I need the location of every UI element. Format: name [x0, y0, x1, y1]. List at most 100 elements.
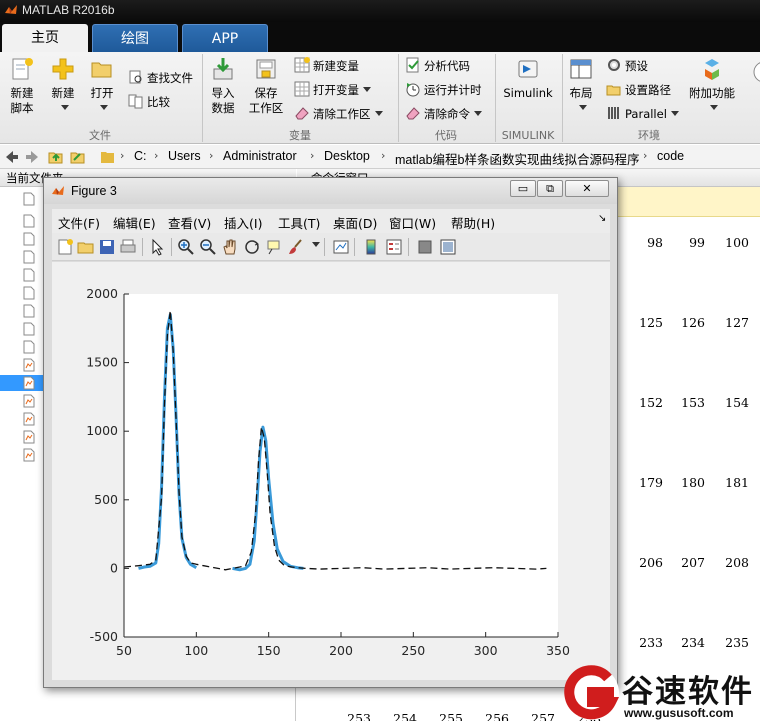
up-folder-icon[interactable] [48, 149, 64, 165]
close-button[interactable]: ✕ [565, 180, 609, 197]
browse-folder-icon[interactable] [70, 149, 86, 165]
new-variable-button[interactable]: 新建变量 [294, 56, 359, 76]
help-icon[interactable] [750, 60, 760, 84]
find-files-button[interactable]: 查找文件 [128, 68, 193, 88]
m-file-icon[interactable] [23, 448, 35, 462]
link-plot-icon[interactable] [332, 238, 350, 256]
m-file-icon[interactable] [23, 430, 35, 444]
file-icon[interactable] [23, 340, 35, 354]
print-icon[interactable] [119, 238, 137, 256]
menu-desktop[interactable]: 桌面(D) [333, 213, 377, 232]
figure-canvas[interactable]: 50 100 150 200 250 300 350 -500 0 500 1000 1500 2000 [52, 262, 610, 680]
compare-button[interactable]: 比较 [128, 92, 170, 112]
menu-insert[interactable]: 插入(I) [224, 213, 262, 232]
breadcrumb-separator: › [643, 149, 648, 162]
new-button[interactable]: 新建 [46, 56, 80, 116]
plot-area [124, 294, 558, 637]
tab-plots[interactable]: 绘图 [92, 24, 178, 52]
save-icon[interactable] [98, 238, 116, 256]
show-plot-tools-icon[interactable] [439, 238, 457, 256]
file-icon[interactable] [23, 232, 35, 246]
tab-apps[interactable]: APP [182, 24, 268, 52]
file-icon[interactable] [23, 214, 35, 228]
analyze-code-button[interactable]: 分析代码 [405, 56, 470, 76]
breadcrumb-item[interactable]: Users [168, 149, 201, 163]
forward-arrow-icon[interactable] [24, 149, 40, 165]
new-script-button[interactable]: 新建 脚本 [4, 56, 40, 116]
output-value: 125 [639, 315, 663, 330]
file-icon[interactable] [23, 322, 35, 336]
breadcrumb-item[interactable]: matlab编程b样条函数实现曲线拟合源码程序 [395, 149, 639, 168]
run-and-time-button[interactable]: 运行并计时 [405, 80, 482, 100]
menu-help[interactable]: 帮助(H) [451, 213, 495, 232]
file-icon[interactable] [23, 304, 35, 318]
pan-hand-icon[interactable] [221, 238, 239, 256]
address-bar: › C: › Users › Administrator › Desktop ›… [0, 145, 760, 169]
output-value: 181 [725, 475, 749, 490]
simulink-button[interactable]: Simulink [500, 56, 556, 101]
section-label-code: 代码 [435, 129, 457, 142]
import-data-button[interactable]: 导入 数据 [206, 56, 240, 116]
parallel-button[interactable]: Parallel [606, 104, 679, 124]
rotate-3d-icon[interactable] [243, 238, 261, 256]
section-label-simulink: SIMULINK [501, 129, 555, 142]
menu-view[interactable]: 查看(V) [168, 213, 211, 232]
figure-window[interactable]: Figure 3 ▭ ⧉ ✕ 文件(F) 编辑(E) 查看(V) 插入(I) 工… [43, 177, 618, 688]
menu-edit[interactable]: 编辑(E) [113, 213, 156, 232]
breadcrumb-item[interactable]: C: [134, 149, 147, 163]
toolbar-separator [171, 238, 172, 256]
open-file-icon[interactable] [77, 238, 95, 256]
layout-button[interactable]: 布局 [566, 56, 596, 116]
menu-file[interactable]: 文件(F) [58, 213, 100, 232]
breadcrumb-item[interactable]: Administrator [223, 149, 297, 163]
eraser-icon [406, 107, 420, 120]
file-icon[interactable] [23, 250, 35, 264]
m-file-icon[interactable] [23, 376, 35, 390]
figure-titlebar[interactable]: Figure 3 ▭ ⧉ ✕ [44, 178, 617, 204]
file-icon[interactable] [23, 192, 35, 206]
data-cursor-icon[interactable] [265, 238, 283, 256]
layout-icon [570, 59, 592, 79]
minimize-button[interactable]: ▭ [510, 180, 536, 197]
breadcrumb-item[interactable]: code [657, 149, 684, 163]
m-file-icon[interactable] [23, 412, 35, 426]
output-value: 254 [393, 711, 417, 721]
dock-arrow-icon[interactable]: ↘ [598, 213, 606, 224]
plot-svg[interactable]: 50 100 150 200 250 300 350 -500 0 500 1000 1500 2000 [52, 262, 610, 680]
colorbar-icon[interactable] [362, 238, 380, 256]
clear-commands-button[interactable]: 清除命令 [405, 104, 482, 124]
breadcrumb-item[interactable]: Desktop [324, 149, 370, 163]
m-file-icon[interactable] [23, 358, 35, 372]
legend-icon[interactable] [385, 238, 403, 256]
zoom-out-icon[interactable] [199, 238, 217, 256]
selected-file-highlight[interactable] [0, 375, 44, 391]
restore-button[interactable]: ⧉ [537, 180, 563, 197]
add-ons-button[interactable]: 附加功能 [686, 56, 738, 116]
tab-home[interactable]: 主页 [2, 24, 88, 52]
menu-tools[interactable]: 工具(T) [278, 213, 320, 232]
toolbar-separator [324, 238, 325, 256]
output-value: 206 [639, 555, 663, 570]
set-path-button[interactable]: 设置路径 [606, 80, 671, 100]
section-divider [398, 54, 399, 142]
new-figure-icon[interactable] [56, 238, 74, 256]
preferences-button[interactable]: 预设 [606, 56, 648, 76]
open-button[interactable]: 打开 [86, 56, 118, 116]
folder-icon [101, 152, 114, 163]
file-icon[interactable] [23, 268, 35, 282]
eraser-icon [295, 107, 309, 120]
file-icon[interactable] [23, 286, 35, 300]
chevron-down-icon[interactable] [312, 242, 320, 247]
parallel-icon [608, 107, 619, 119]
clear-workspace-button[interactable]: 清除工作区 [294, 104, 383, 124]
zoom-in-icon[interactable] [177, 238, 195, 256]
output-value: 180 [681, 475, 705, 490]
menu-window[interactable]: 窗口(W) [389, 213, 436, 232]
open-variable-button[interactable]: 打开变量 [294, 80, 371, 100]
back-arrow-icon[interactable] [4, 149, 20, 165]
m-file-icon[interactable] [23, 394, 35, 408]
save-workspace-button[interactable]: 保存 工作区 [246, 56, 286, 116]
hide-plot-tools-icon[interactable] [416, 238, 434, 256]
brush-icon[interactable] [287, 238, 305, 256]
pointer-icon[interactable] [148, 238, 166, 256]
